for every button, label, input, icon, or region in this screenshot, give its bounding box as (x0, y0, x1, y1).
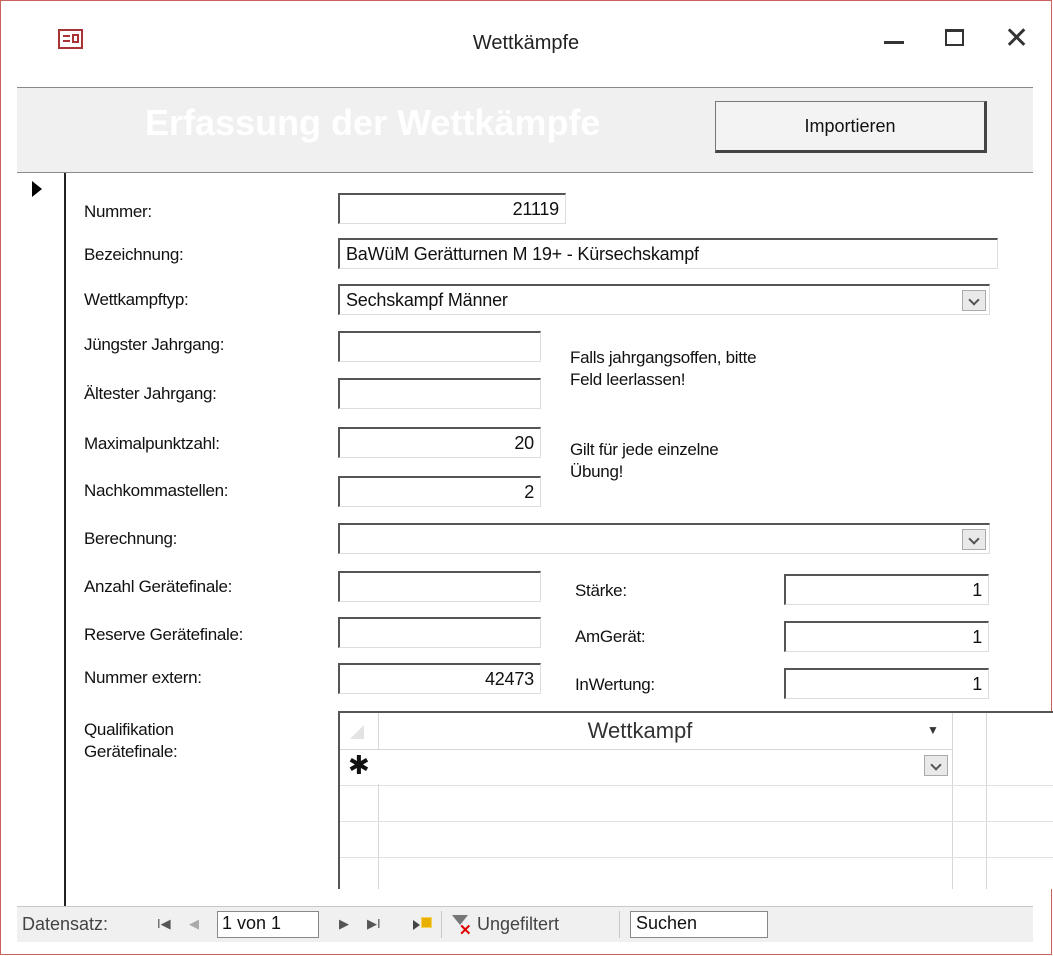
berechnung-label: Berechnung: (84, 529, 178, 548)
inwertung-field[interactable]: 1 (784, 668, 989, 699)
nummer-label: Nummer: (84, 202, 152, 221)
bezeichnung-label: Bezeichnung: (84, 245, 184, 264)
inwertung-label: InWertung: (575, 675, 655, 694)
jahrgang-hint: Falls jahrgangsoffen, bitte Feld leerlas… (570, 348, 757, 389)
nummer-extern-field[interactable]: 42473 (338, 663, 541, 694)
staerke-field[interactable]: 1 (784, 574, 989, 605)
chevron-down-icon[interactable] (962, 529, 986, 550)
nummer-extern-label: Nummer extern: (84, 668, 202, 687)
column-header-wettkampf[interactable]: Wettkampf (380, 718, 900, 744)
maximalpunktzahl-label: Maximalpunktzahl: (84, 434, 220, 453)
import-button[interactable]: Importieren (715, 101, 987, 153)
current-record-field[interactable]: 1 von 1 (217, 911, 319, 938)
aeltester-jahrgang-label: Ältester Jahrgang: (84, 384, 217, 403)
form-header: Erfassung der Wettkämpfe Importieren (17, 87, 1033, 173)
filter-status[interactable]: Ungefiltert (477, 914, 559, 935)
form-detail: Nummer: 21119 Bezeichnung: BaWüM Gerättu… (66, 173, 1053, 906)
last-record-icon[interactable]: ▶I (367, 916, 381, 932)
grid-line (340, 857, 1053, 858)
search-input[interactable]: Suchen (630, 911, 768, 938)
nachkommastellen-field[interactable]: 2 (338, 476, 541, 507)
first-record-icon[interactable]: I◀ (157, 916, 171, 932)
wettkampftyp-combo[interactable]: Sechskampf Männer (338, 284, 990, 315)
grid-line (378, 713, 379, 889)
new-record-icon: ✱ (348, 750, 370, 780)
aeltester-jahrgang-field[interactable] (338, 378, 541, 409)
staerke-label: Stärke: (575, 581, 627, 600)
next-record-icon[interactable]: ▶ (339, 916, 349, 932)
record-label: Datensatz: (22, 914, 109, 934)
subform-wettkampf-combo[interactable] (378, 750, 952, 784)
grid-line (986, 713, 987, 889)
juengster-jahrgang-field[interactable] (338, 331, 541, 362)
title-bar: Wettkämpfe ✕ (1, 1, 1051, 87)
record-navigation-bar: Datensatz: I◀ ◀ 1 von 1 ▶ ▶I Ungefiltert… (17, 906, 1033, 942)
chevron-down-icon[interactable] (924, 755, 948, 776)
window: Wettkämpfe ✕ Erfassung der Wettkämpfe Im… (0, 0, 1053, 955)
separator (441, 911, 442, 938)
current-record-icon (32, 181, 42, 197)
column-dropdown-icon[interactable]: ▼ (927, 723, 939, 737)
maximalpunktzahl-field[interactable]: 20 (338, 427, 541, 458)
new-record-nav-icon[interactable] (413, 916, 433, 932)
punkte-hint: Gilt für jede einzelne Übung! (570, 440, 719, 481)
nachkommastellen-label: Nachkommastellen: (84, 481, 229, 500)
select-all-corner[interactable] (340, 713, 378, 749)
subform-header: Wettkampf ▼ (340, 713, 952, 750)
qualifikation-label: Qualifikation Gerätefinale: (84, 720, 178, 761)
juengster-jahrgang-label: Jüngster Jahrgang: (84, 335, 225, 354)
wettkampftyp-value: Sechskampf Männer (346, 290, 508, 310)
chevron-down-icon[interactable] (962, 290, 986, 311)
qualifikation-subform[interactable]: Wettkampf ▼ ✱ (338, 711, 1053, 889)
reserve-geraetefinale-field[interactable] (338, 617, 541, 648)
anzahl-geraetefinale-label: Anzahl Gerätefinale: (84, 577, 233, 596)
wettkampftyp-label: Wettkampftyp: (84, 290, 189, 309)
separator (619, 911, 620, 938)
grid-line (952, 713, 953, 889)
bezeichnung-field[interactable]: BaWüM Gerätturnen M 19+ - Kürsechskampf (338, 238, 998, 269)
previous-record-icon[interactable]: ◀ (189, 916, 199, 932)
close-icon[interactable]: ✕ (1004, 19, 1029, 59)
anzahl-geraetefinale-field[interactable] (338, 571, 541, 602)
filter-icon[interactable] (452, 915, 472, 939)
grid-line (340, 785, 1053, 786)
maximize-icon[interactable] (945, 29, 964, 46)
reserve-geraetefinale-label: Reserve Gerätefinale: (84, 625, 244, 644)
amgeraet-field[interactable]: 1 (784, 621, 989, 652)
berechnung-combo[interactable] (338, 523, 990, 554)
amgeraet-label: AmGerät: (575, 627, 646, 646)
nummer-field[interactable]: 21119 (338, 193, 566, 224)
minimize-icon[interactable] (884, 41, 904, 44)
form-title: Erfassung der Wettkämpfe (145, 102, 601, 143)
record-selector[interactable] (17, 173, 66, 906)
grid-line (340, 821, 1053, 822)
